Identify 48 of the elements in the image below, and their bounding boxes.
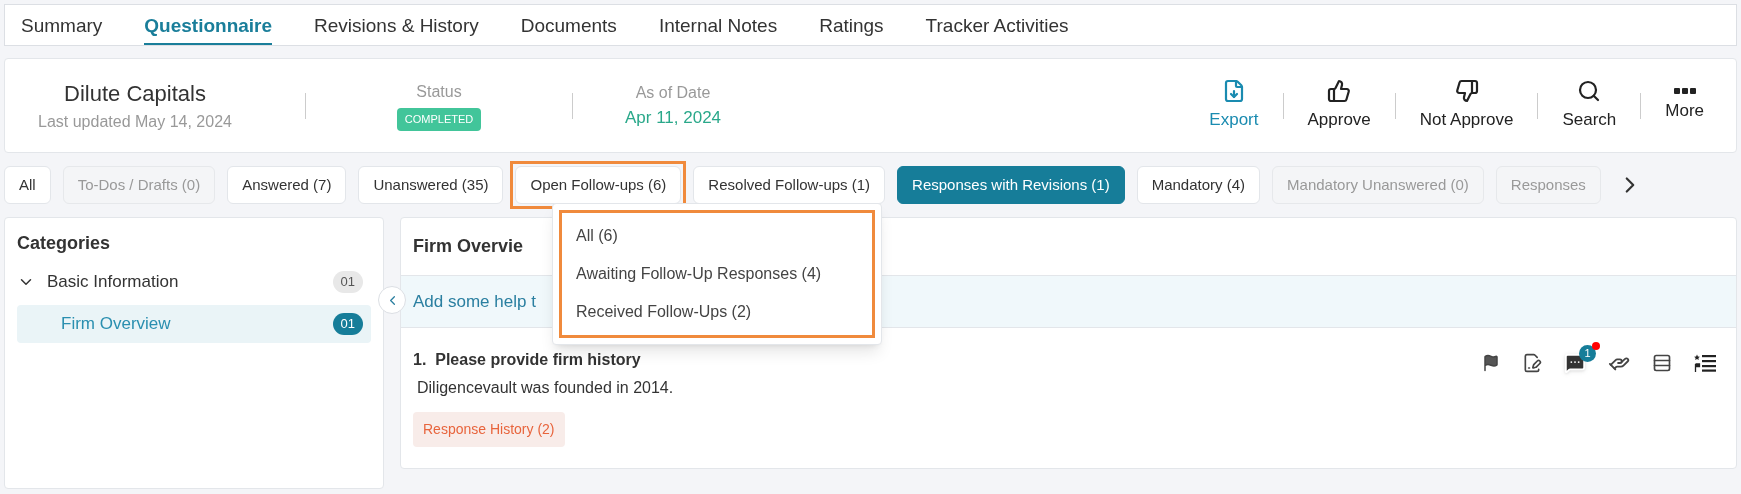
stacked-rows-icon[interactable] xyxy=(1652,353,1672,373)
last-updated: Last updated May 14, 2024 xyxy=(38,112,232,132)
section-title: Firm Overvie xyxy=(413,235,524,258)
tab[interactable]: Tracker Activities xyxy=(925,5,1069,45)
tab[interactable]: Summary xyxy=(21,5,103,45)
starred-list-icon[interactable] xyxy=(1694,354,1716,372)
filter-chip[interactable]: Answered (7) xyxy=(227,166,347,204)
filter-chip[interactable]: Open Follow-ups (6) xyxy=(515,166,682,204)
tab[interactable]: Questionnaire xyxy=(144,5,273,45)
category-label: Firm Overview xyxy=(61,313,171,336)
date-label: As of Date xyxy=(635,82,711,103)
toolbar-button[interactable]: More xyxy=(1653,87,1716,124)
dropdown-item[interactable]: Awaiting Follow-Up Responses (4) xyxy=(562,255,872,293)
thumbs-up-icon xyxy=(1327,78,1352,103)
filter-chip[interactable]: Resolved Follow-ups (1) xyxy=(693,166,886,204)
more-icon xyxy=(1673,87,1696,94)
tree-item[interactable]: Firm Overview 01 xyxy=(17,305,371,343)
tab[interactable]: Documents xyxy=(520,5,617,45)
question-title: 1. Please provide firm history xyxy=(413,350,642,370)
panel-title: Categories xyxy=(17,232,112,255)
toolbar-button[interactable]: Not Approve xyxy=(1407,78,1526,133)
filter-chip[interactable]: Mandatory (4) xyxy=(1136,166,1261,204)
toolbar-button[interactable]: Approve xyxy=(1295,78,1383,133)
toolbar-button[interactable]: Export xyxy=(1197,78,1271,133)
status-label: Status xyxy=(416,82,462,103)
filter-chip[interactable]: All xyxy=(4,166,51,204)
edit-note-icon[interactable] xyxy=(1522,353,1542,373)
count-badge: 01 xyxy=(332,271,363,293)
company-name: Dilute Capitals xyxy=(64,80,206,108)
tab[interactable]: Revisions & History xyxy=(314,5,479,45)
as-of-date: Apr 11, 2024 xyxy=(624,106,722,129)
tab[interactable]: Ratings xyxy=(819,5,884,45)
comment-icon[interactable] xyxy=(1564,352,1586,374)
count-badge: 01 xyxy=(332,313,363,335)
search-icon xyxy=(1577,78,1602,103)
toolbar-button[interactable]: Search xyxy=(1550,78,1629,133)
help-text: Add some help t xyxy=(413,290,536,313)
tree-item[interactable]: Basic Information 01 xyxy=(17,265,371,299)
dropdown-item[interactable]: All (6) xyxy=(562,217,872,255)
filter-chip[interactable]: Responses with Revisions (1) xyxy=(897,166,1125,204)
tab[interactable]: Internal Notes xyxy=(658,5,778,45)
thumbs-down-icon xyxy=(1454,78,1479,103)
category-label: Basic Information xyxy=(47,271,179,294)
flag-icon[interactable] xyxy=(1482,354,1500,372)
status-badge: COMPLETED xyxy=(396,108,482,131)
filter-chip[interactable]: Unanswered (35) xyxy=(358,166,504,204)
answer-text: Diligencevault was founded in 2014. xyxy=(416,378,674,398)
dropdown-item[interactable]: Received Follow-Ups (2) xyxy=(562,293,872,331)
